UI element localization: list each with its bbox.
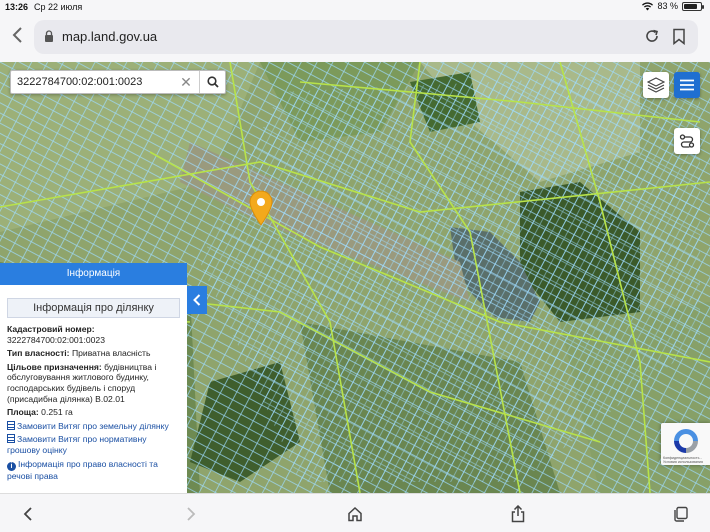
recaptcha-badge[interactable]: Конфиденциальность - Условия использован… [661,423,710,465]
panel-body: Кадастровий номер: 3222784700:02:001:002… [0,318,187,481]
tabs-icon [674,506,688,522]
browser-toolbar: map.land.gov.ua [0,14,710,62]
share-icon [511,505,525,523]
clear-icon[interactable]: ✕ [179,74,193,90]
chevron-right-icon [187,507,196,521]
cadastral-row: Кадастровий номер: 3222784700:02:001:002… [7,324,180,345]
cadastral-search[interactable]: 3222784700:02:001:0023 ✕ [10,70,226,94]
order-land-extract-link[interactable]: Замовити Витяг про земельну ділянку [7,420,180,432]
lock-icon [45,30,53,42]
recaptcha-icon [674,429,698,453]
address-bar[interactable]: map.land.gov.ua [34,20,698,54]
info-icon: i [7,461,16,471]
area-row: Площа: 0.251 га [7,407,180,418]
hamburger-icon [680,79,694,91]
browser-back-button[interactable] [8,26,26,48]
home-button[interactable] [344,503,366,525]
area-value: 0.251 га [41,407,73,418]
home-icon [348,506,362,522]
location-marker-icon[interactable] [248,190,274,226]
ownership-rights-link[interactable]: i Інформація про право власності та речов… [7,459,180,482]
route-button[interactable] [674,128,700,154]
ownership-value: Приватна власність [71,348,151,359]
wifi-icon [642,1,654,11]
purpose-label: Цільове призначення: [7,361,102,372]
status-time: 13:26 [5,2,29,12]
battery-icon [682,1,704,11]
collapse-panel-button[interactable] [187,286,207,314]
chevron-left-icon [23,507,32,521]
link-text: Замовити Витяг про нормативну грошову оц… [7,434,147,455]
recaptcha-text: Конфиденциальность - Условия использован… [663,456,703,464]
search-button[interactable] [199,71,225,93]
status-bar: 13:26 Ср 22 июля 83 % [0,0,710,14]
ownership-label: Тип власності: [7,348,70,359]
cadastral-value: 3222784700:02:001:0023 [7,334,105,345]
map-view[interactable]: 3222784700:02:001:0023 ✕ Інформація Інфо… [0,62,710,493]
layers-icon [647,77,665,93]
url-text: map.land.gov.ua [62,29,158,44]
chevron-left-icon [193,294,201,306]
battery-percent: 83 % [657,1,678,11]
layers-button[interactable] [643,72,669,98]
back-button[interactable] [17,503,39,525]
search-icon [206,76,219,88]
menu-button[interactable] [674,72,700,98]
chevron-left-icon [12,27,22,43]
order-valuation-extract-link[interactable]: Замовити Витяг про нормативну грошову оц… [7,434,180,455]
document-icon [7,434,15,444]
cadastral-label: Кадастровий номер: [7,324,95,334]
share-button[interactable] [507,503,529,525]
purpose-row: Цільове призначення: будівництва і обслу… [7,362,180,404]
link-text: Інформація про право власності та речові… [7,458,158,481]
status-date: Ср 22 июля [34,2,83,12]
panel-header: Інформація [0,263,187,285]
document-icon [7,420,15,430]
tabs-button[interactable] [670,503,692,525]
browser-bottom-bar [0,493,710,532]
ownership-row: Тип власності: Приватна власність [7,348,180,359]
panel-subtitle: Інформація про ділянку [7,298,180,318]
forward-button[interactable] [180,503,202,525]
route-icon [679,134,695,148]
area-label: Площа: [7,407,39,418]
info-panel: Інформація Інформація про ділянку Кадаст… [0,263,187,493]
link-text: Замовити Витяг про земельну ділянку [17,420,169,431]
bookmark-icon[interactable] [672,28,686,45]
search-input[interactable]: 3222784700:02:001:0023 [17,76,142,88]
status-right: 83 % [642,1,704,11]
reload-icon[interactable] [644,28,660,44]
